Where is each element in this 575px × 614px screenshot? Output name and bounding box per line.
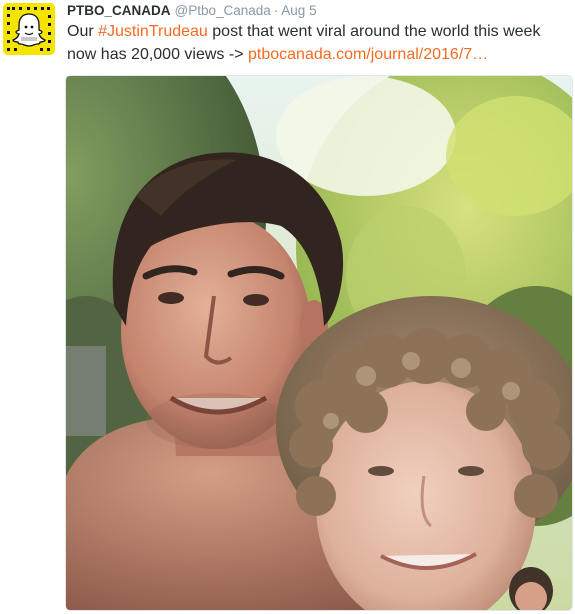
text-segment: post that went viral around the world th… <box>207 23 541 40</box>
text-segment: now has 20,000 views -> <box>67 46 248 63</box>
hashtag-link[interactable]: #JustinTrudeau <box>98 23 208 40</box>
tweet-header: PTBO_CANADA @Ptbo_Canada · Aug 5 <box>67 2 317 19</box>
author-name[interactable]: PTBO_CANADA <box>67 3 171 18</box>
header-separator: · <box>273 3 279 18</box>
tweet-text-line-1: Our #JustinTrudeau post that went viral … <box>67 20 567 43</box>
text-segment: Our <box>67 23 99 40</box>
photo-illustration <box>66 76 572 610</box>
author-handle[interactable]: @Ptbo_Canada <box>175 3 271 18</box>
selfie-photo[interactable] <box>65 75 573 611</box>
tweet-text: Our #JustinTrudeau post that went viral … <box>67 20 567 66</box>
url-link[interactable]: ptbocanada.com/journal/2016/7… <box>248 46 488 63</box>
tweet-card: PTBO_CANADA @Ptbo_Canada · Aug 5 Our #Justi… <box>0 0 575 614</box>
snapcode-ghost-icon <box>3 3 55 55</box>
profile-avatar[interactable] <box>3 3 55 55</box>
tweet-timestamp[interactable]: Aug 5 <box>281 3 316 18</box>
tweet-text-line-2: now has 20,000 views -> ptbocanada.com/j… <box>67 43 567 66</box>
